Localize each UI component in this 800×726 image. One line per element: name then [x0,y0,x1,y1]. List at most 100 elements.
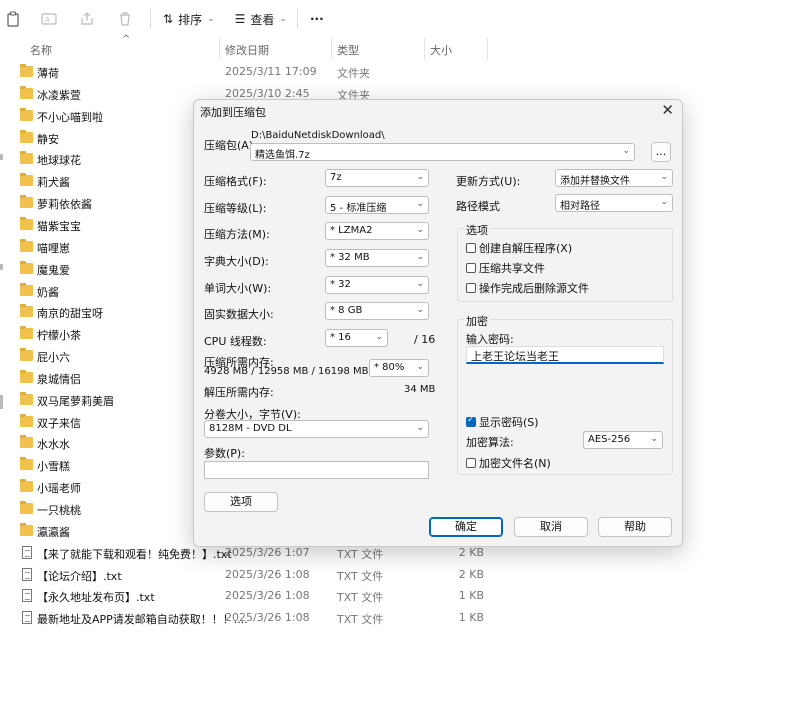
archive-name-combo[interactable]: 精选鱼饵.7z ⌄ [250,143,635,161]
path-mode-select[interactable]: 相对路径 ⌄ [555,194,673,212]
update-select[interactable]: 添加并替换文件 ⌄ [555,169,673,187]
column-date[interactable]: 修改日期 [225,42,269,58]
sfx-checkbox[interactable]: 创建自解压程序(X) [466,240,572,256]
help-button[interactable]: 帮助 [598,517,672,537]
params-label: 参数(P): [204,447,245,460]
text-file-icon [22,545,32,559]
checkbox-checked-icon [466,415,476,427]
encrypt-names-label: 加密文件名(N) [479,457,551,470]
text-file-icon [22,589,32,603]
column-name[interactable]: 名称 [30,42,52,58]
cpu-select[interactable]: * 16 ⌄ [325,329,388,347]
file-size: 1 KB [458,589,484,603]
file-name: 小瑶老师 [37,482,81,496]
more-options-button[interactable]: ··· [310,12,324,26]
level-label: 压缩等级(L): [204,202,267,215]
solid-value: * 8 GB [330,305,363,316]
file-name: 不小心喵到啦 [37,110,103,124]
sort-up-icon: ^ [122,34,131,45]
file-name: 【来了就能下载和观看！纯免费！】.txt [37,547,232,561]
shared-checkbox[interactable]: 压缩共享文件 [466,260,545,276]
folder-icon [20,173,33,187]
delete-source-checkbox[interactable]: 操作完成后删除源文件 [466,280,589,296]
file-name: 薄荷 [37,67,59,80]
format-select[interactable]: 7z ⌄ [325,169,429,187]
format-label: 压缩格式(F): [204,175,267,188]
chevron-down-icon: ⌄ [375,332,383,342]
ok-button[interactable]: 确定 [429,517,503,537]
column-type[interactable]: 类型 [337,42,359,58]
nav-marker [0,395,3,409]
split-select[interactable]: 8128M - DVD DL ⌄ [204,420,429,438]
split-value: 8128M - DVD DL [209,423,292,434]
file-name: 柠檬小茶 [37,329,81,343]
show-password-checkbox[interactable]: 显示密码(S) [466,414,539,430]
column-size[interactable]: 大小 [430,42,452,58]
cancel-button[interactable]: 取消 [514,517,588,537]
mem-percent-select[interactable]: * 80% ⌄ [369,359,429,377]
encrypt-names-checkbox[interactable]: 加密文件名(N) [466,455,551,471]
folder-icon [20,151,33,165]
update-value: 添加并替换文件 [560,176,630,187]
folder-icon [20,129,33,143]
add-to-archive-dialog: 添加到压缩包 ✕ 压缩包(A) D:\BaiduNetdiskDownload\… [193,99,683,547]
demem-label: 解压所需内存: [204,386,274,399]
file-type: TXT 文件 [337,613,384,627]
dialog-title: 添加到压缩包 [200,106,266,119]
file-type: TXT 文件 [337,547,384,561]
paste-icon[interactable] [2,8,24,30]
file-name: 小雪糕 [37,460,70,474]
folder-icon [20,479,33,493]
method-select[interactable]: * LZMA2 ⌄ [325,222,429,240]
rename-icon[interactable]: A [38,8,60,30]
chevron-down-icon: ⌄ [416,305,424,315]
file-name: 屁小六 [37,351,70,365]
file-name: 地球球花 [37,154,81,168]
mem-percent-value: * 80% [374,362,405,373]
path-mode-label: 路径模式 [456,200,500,213]
checkbox-icon [466,263,476,273]
folder-icon [20,260,33,274]
folder-icon [20,238,33,252]
file-row[interactable]: 最新地址及APP请发邮箱自动获取！！！.... 2025/3/26 1:08 TXT… [0,608,800,629]
sort-button[interactable]: ⇅ 排序 ⌄ [163,11,215,28]
close-icon[interactable]: ✕ [661,101,674,119]
file-name: 冰凌紫萱 [37,88,81,102]
enc-method-value: AES-256 [588,434,631,445]
view-button[interactable]: ☰ 查看 ⌄ [235,11,287,28]
delete-icon[interactable] [114,8,136,30]
options-button[interactable]: 选项 [204,492,278,512]
dict-select[interactable]: * 32 MB ⌄ [325,249,429,267]
file-row[interactable]: 【论坛介绍】.txt 2025/3/26 1:08 TXT 文件 2 KB [0,565,800,586]
chevron-down-icon: ⌄ [416,225,424,235]
file-date: 2025/3/26 1:08 [225,567,310,581]
folder-row[interactable]: 薄荷 2025/3/11 17:09 文件夹 [0,62,800,83]
enc-method-select[interactable]: AES-256 ⌄ [583,431,663,449]
level-select[interactable]: 5 - 标准压缩 ⌄ [325,196,429,214]
solid-select[interactable]: * 8 GB ⌄ [325,302,429,320]
folder-icon [20,195,33,209]
explorer-toolbar: A ⇅ 排序 ⌄ ☰ 查看 ⌄ ··· [0,0,800,38]
file-name: 奶酱 [37,285,59,299]
level-value: 5 - 标准压缩 [330,203,387,214]
chevron-down-icon: ⌄ [416,199,424,209]
password-input[interactable]: 上老王论坛当老王 [466,346,664,364]
options-group-title: 选项 [464,222,490,238]
cpu-total: / 16 [414,333,436,346]
folder-icon [20,64,33,77]
checkbox-icon [466,458,476,468]
file-row[interactable]: 【永久地址发布页】.txt 2025/3/26 1:08 TXT 文件 1 KB [0,586,800,607]
file-date: 2025/3/26 1:07 [225,545,310,559]
file-name: 猫紫宝宝 [37,219,81,233]
dict-value: * 32 MB [330,252,370,263]
chevron-down-icon: ⌄ [416,252,424,262]
archive-name-value: 精选鱼饵.7z [255,150,310,161]
folder-icon [20,435,33,449]
browse-button[interactable]: ... [651,142,671,162]
params-input[interactable] [204,461,429,479]
word-select[interactable]: * 32 ⌄ [325,276,429,294]
nav-marker [0,154,3,160]
share-icon[interactable] [76,8,98,30]
chevron-down-icon: ⌄ [650,434,658,444]
file-name: 水水水 [37,438,70,452]
